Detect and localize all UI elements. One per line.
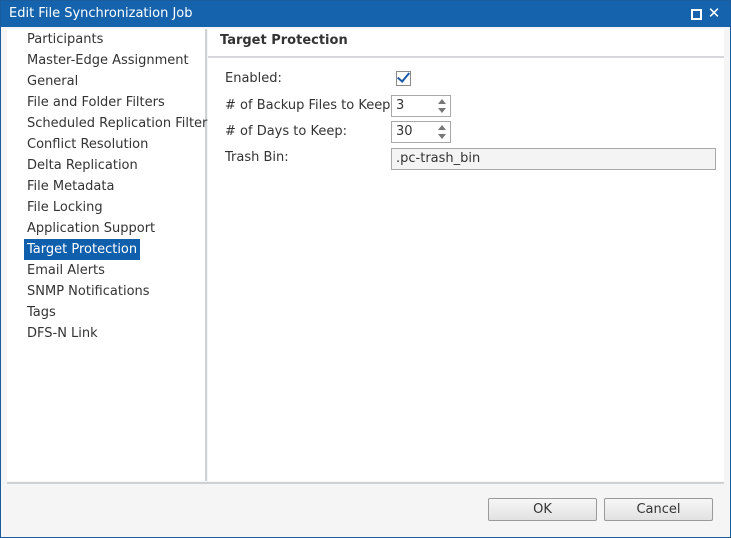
enabled-label: Enabled: (225, 71, 282, 86)
cancel-button[interactable]: Cancel (604, 498, 713, 521)
sidebar-item-general[interactable]: General (24, 71, 81, 92)
panel-divider (208, 56, 724, 58)
sidebar-item-application-support[interactable]: Application Support (24, 218, 158, 239)
sidebar-item-target-protection[interactable]: Target Protection (24, 239, 141, 260)
settings-panel: Target Protection Enabled: # of Backup F… (208, 29, 724, 481)
backup-files-stepper[interactable]: 3 (391, 95, 451, 117)
days-value: 30 (396, 124, 413, 139)
sidebar-item-master-edge-assignment[interactable]: Master-Edge Assignment (24, 50, 192, 71)
days-stepper[interactable]: 30 (391, 121, 451, 143)
ok-button[interactable]: OK (488, 498, 597, 521)
trash-bin-label: Trash Bin: (225, 150, 289, 165)
sidebar-item-file-metadata[interactable]: File Metadata (24, 176, 117, 197)
decrement-arrow-icon[interactable] (438, 134, 446, 139)
title-bar[interactable]: Edit File Synchronization Job ✕ (1, 1, 730, 27)
footer-divider (7, 482, 724, 484)
panel-title: Target Protection (220, 33, 348, 48)
days-label: # of Days to Keep: (225, 124, 347, 139)
window-title: Edit File Synchronization Job (9, 6, 193, 21)
backup-files-label: # of Backup Files to Keep: (225, 98, 395, 113)
sidebar-item-email-alerts[interactable]: Email Alerts (24, 260, 108, 281)
enabled-checkbox[interactable] (396, 69, 411, 86)
sidebar-item-file-locking[interactable]: File Locking (24, 197, 106, 218)
sidebar-item-delta-replication[interactable]: Delta Replication (24, 155, 141, 176)
close-icon[interactable]: ✕ (707, 4, 721, 22)
increment-arrow-icon[interactable] (438, 125, 446, 130)
sidebar-item-participants[interactable]: Participants (24, 29, 106, 50)
checkmark-icon (396, 69, 411, 83)
maximize-icon[interactable] (691, 9, 702, 20)
trash-bin-value: .pc-trash_bin (396, 151, 481, 166)
sidebar-item-tags[interactable]: Tags (24, 302, 59, 323)
decrement-arrow-icon[interactable] (438, 108, 446, 113)
trash-bin-input[interactable]: .pc-trash_bin (391, 148, 716, 170)
backup-files-value: 3 (396, 98, 405, 113)
sidebar-item-dfs-n-link[interactable]: DFS-N Link (24, 323, 101, 344)
sidebar-nav: Participants Master-Edge Assignment Gene… (7, 29, 214, 481)
sidebar-item-snmp-notifications[interactable]: SNMP Notifications (24, 281, 153, 302)
increment-arrow-icon[interactable] (438, 99, 446, 104)
sidebar-item-scheduled-replication-filters[interactable]: Scheduled Replication Filters (24, 113, 217, 134)
sidebar-item-conflict-resolution[interactable]: Conflict Resolution (24, 134, 151, 155)
edit-job-dialog: Edit File Synchronization Job ✕ Particip… (0, 0, 731, 538)
sidebar-item-file-folder-filters[interactable]: File and Folder Filters (24, 92, 168, 113)
